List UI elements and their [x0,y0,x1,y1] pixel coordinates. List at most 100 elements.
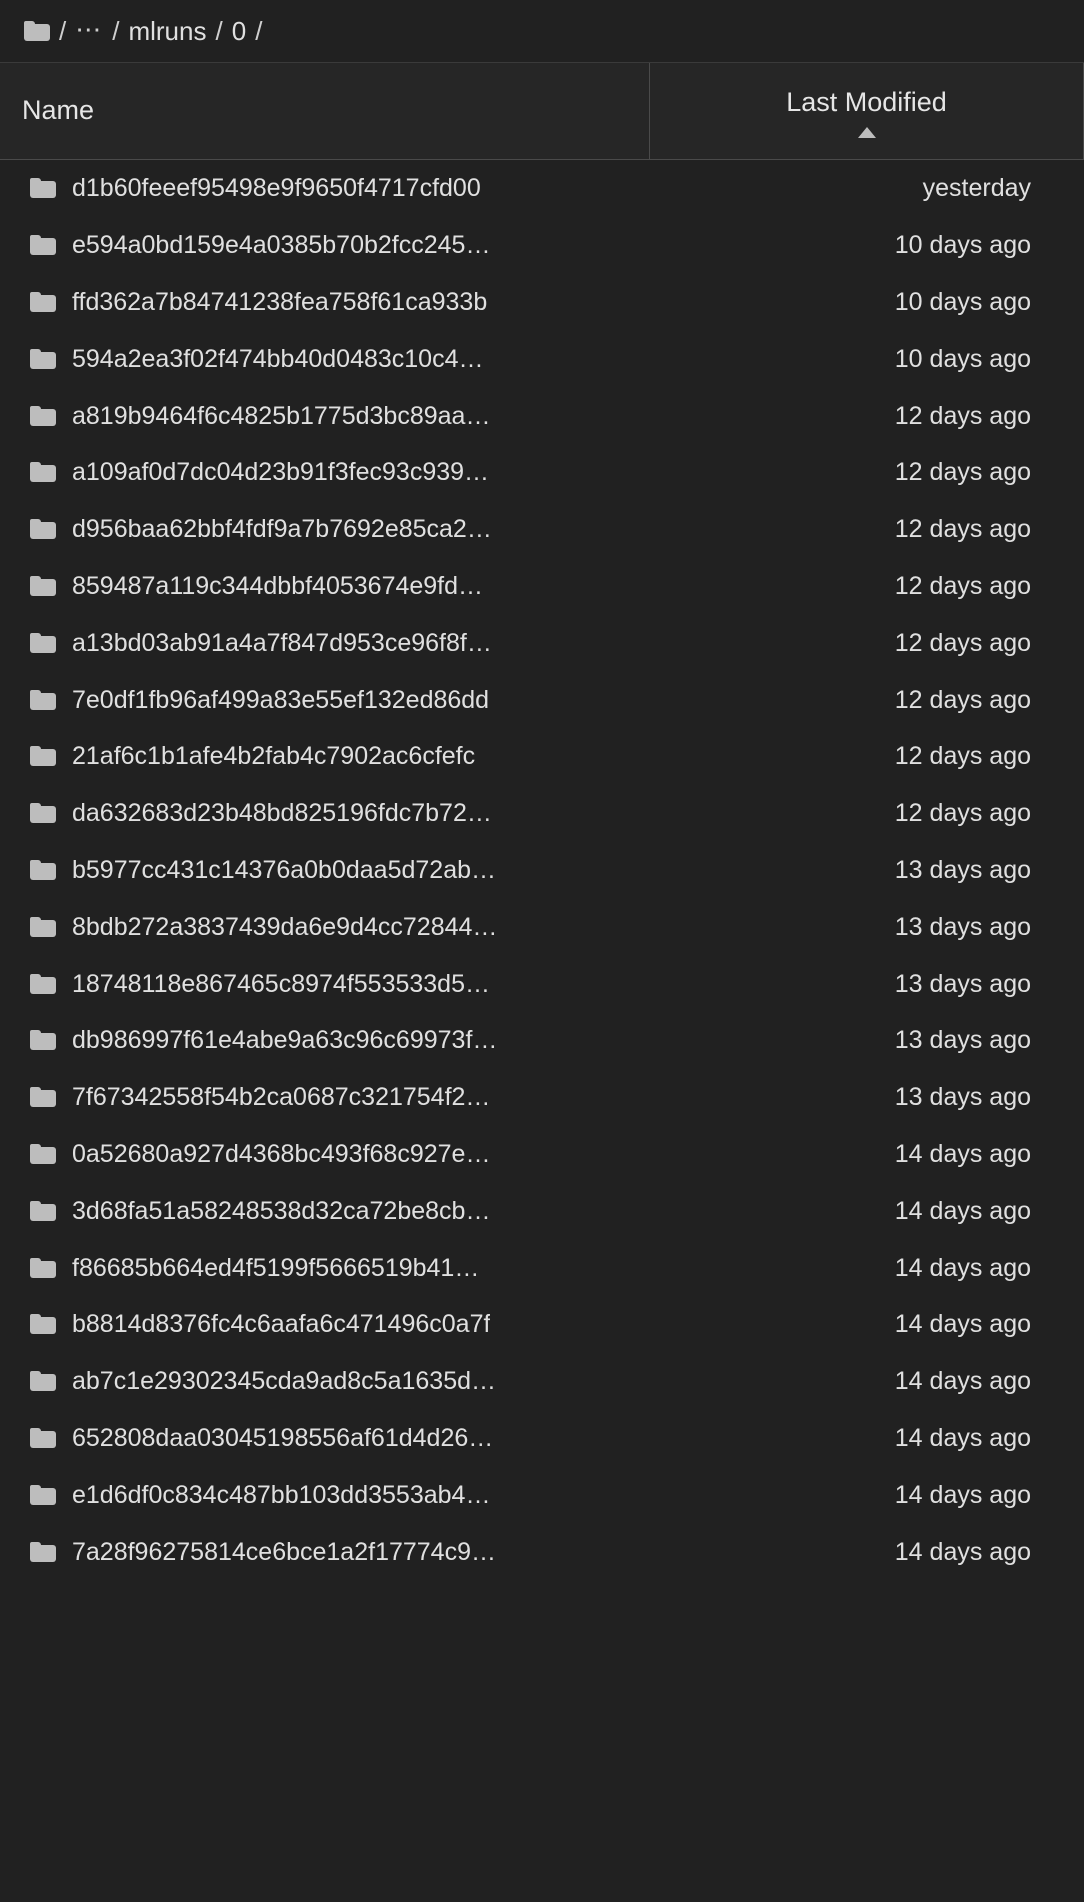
table-cell-name[interactable]: 859487a119c344dbbf4053674e9fd… [0,571,650,601]
table-cell-last-modified: 12 days ago [894,742,1031,771]
table-cell-name[interactable]: a109af0d7dc04d23b91f3fec93c939… [0,457,650,487]
breadcrumb-separator-3: / [255,16,263,46]
folder-icon [30,973,56,994]
file-name-label: 18748118e867465c8974f553533d5… [72,969,490,998]
file-name-label: db986997f61e4abe9a63c96c69973f… [72,1026,498,1055]
table-row[interactable]: a109af0d7dc04d23b91f3fec93c939… 12 days a… [0,444,1084,501]
table-cell-name[interactable]: d1b60feeef95498e9f9650f4717cfd00 [0,173,650,203]
file-name-label: ab7c1e29302345cda9ad8c5a1635d… [72,1367,496,1396]
folder-icon [30,1314,56,1335]
folder-icon [30,1200,56,1221]
table-header: Name Last Modified [0,63,1084,160]
table-cell-last-modified: 14 days ago [894,1367,1031,1396]
table-cell-name[interactable]: 7e0df1fb96af499a83e55ef132ed86dd [0,685,650,715]
table-cell-name[interactable]: 18748118e867465c8974f553533d5… [0,969,650,999]
table-cell-name[interactable]: da632683d23b48bd825196fdc7b72… [0,798,650,828]
table-row[interactable]: 652808daa03045198556af61d4d26… 14 days ag… [0,1410,1084,1467]
column-header-last-modified[interactable]: Last Modified [650,63,1084,159]
file-name-label: 0a52680a927d4368bc493f68c927e… [72,1139,491,1168]
table-cell-name[interactable]: 8bdb272a3837439da6e9d4cc72844… [0,912,650,942]
folder-icon [30,462,56,483]
table-row[interactable]: a13bd03ab91a4a7f847d953ce96f8f… 12 days a… [0,614,1084,671]
table-row[interactable]: 7e0df1fb96af499a83e55ef132ed86dd 12 days … [0,671,1084,728]
table-row[interactable]: b8814d8376fc4c6aafa6c471496c0a7f 14 days … [0,1296,1084,1353]
file-name-label: e1d6df0c834c487bb103dd3553ab4… [72,1480,491,1509]
folder-icon [30,803,56,824]
breadcrumb-segment-mlruns[interactable]: mlruns [128,18,206,44]
table-cell-last-modified: 12 days ago [894,571,1031,600]
table-cell-last-modified: 14 days ago [894,1139,1031,1168]
breadcrumb-ellipsis[interactable]: ⋯ [75,16,103,42]
folder-icon [30,1030,56,1051]
folder-icon [30,1427,56,1448]
table-row[interactable]: ab7c1e29302345cda9ad8c5a1635d… 14 days ag… [0,1353,1084,1410]
table-cell-name[interactable]: db986997f61e4abe9a63c96c69973f… [0,1025,650,1055]
table-row[interactable]: 21af6c1b1afe4b2fab4c7902ac6cfefc 12 days … [0,728,1084,785]
table-row[interactable]: d1b60feeef95498e9f9650f4717cfd00 yesterda… [0,160,1084,217]
table-cell-name[interactable]: 7f67342558f54b2ca0687c321754f2… [0,1082,650,1112]
file-name-label: a819b9464f6c4825b1775d3bc89aa… [72,401,491,430]
table-cell-last-modified: 13 days ago [894,1026,1031,1055]
table-cell-name[interactable]: a13bd03ab91a4a7f847d953ce96f8f… [0,628,650,658]
table-cell-name[interactable]: a819b9464f6c4825b1775d3bc89aa… [0,401,650,431]
breadcrumb-segment-0[interactable]: 0 [232,18,246,44]
file-name-label: d1b60feeef95498e9f9650f4717cfd00 [72,174,481,203]
table-cell-name[interactable]: f86685b664ed4f5199f5666519b41… [0,1253,650,1283]
table-cell-name[interactable]: e1d6df0c834c487bb103dd3553ab4… [0,1480,650,1510]
table-row[interactable]: a819b9464f6c4825b1775d3bc89aa… 12 days ag… [0,387,1084,444]
table-cell-name[interactable]: b8814d8376fc4c6aafa6c471496c0a7f [0,1309,650,1339]
table-cell-name[interactable]: 594a2ea3f02f474bb40d0483c10c4… [0,344,650,374]
table-cell-name[interactable]: e594a0bd159e4a0385b70b2fcc245… [0,230,650,260]
table-cell-last-modified: 13 days ago [894,912,1031,941]
folder-icon [30,632,56,653]
table-cell-name[interactable]: 21af6c1b1afe4b2fab4c7902ac6cfefc [0,741,650,771]
table-row[interactable]: 3d68fa51a58248538d32ca72be8cb… 14 days ag… [0,1182,1084,1239]
column-header-name[interactable]: Name [0,63,650,159]
sort-ascending-icon [857,127,876,139]
table-row[interactable]: e1d6df0c834c487bb103dd3553ab4… 14 days ag… [0,1466,1084,1523]
folder-icon [30,1087,56,1108]
file-name-label: 8bdb272a3837439da6e9d4cc72844… [72,912,498,941]
folder-icon [30,916,56,937]
table-row[interactable]: b5977cc431c14376a0b0daa5d72ab… 13 days ag… [0,842,1084,899]
table-row[interactable]: 594a2ea3f02f474bb40d0483c10c4… 10 days ag… [0,330,1084,387]
folder-icon [30,519,56,540]
table-row[interactable]: ffd362a7b84741238fea758f61ca933b 10 days … [0,274,1084,331]
table-cell-last-modified: 14 days ago [894,1537,1031,1566]
table-row[interactable]: 7f67342558f54b2ca0687c321754f2… 13 days a… [0,1069,1084,1126]
file-name-label: 7e0df1fb96af499a83e55ef132ed86dd [72,685,490,714]
table-cell-last-modified: 10 days ago [894,287,1031,316]
folder-icon [30,1143,56,1164]
folder-icon[interactable] [24,21,50,41]
file-name-label: b5977cc431c14376a0b0daa5d72ab… [72,855,496,884]
column-header-last-modified-label: Last Modified [786,86,947,117]
table-cell-name[interactable]: ffd362a7b84741238fea758f61ca933b [0,287,650,317]
table-cell-name[interactable]: d956baa62bbf4fdf9a7b7692e85ca2… [0,514,650,544]
table-cell-name[interactable]: 652808daa03045198556af61d4d26… [0,1423,650,1453]
table-cell-last-modified: 14 days ago [894,1310,1031,1339]
table-row[interactable]: d956baa62bbf4fdf9a7b7692e85ca2… 12 days a… [0,501,1084,558]
folder-icon [30,291,56,312]
table-cell-name[interactable]: 7a28f96275814ce6bce1a2f17774c9… [0,1537,650,1567]
table-row[interactable]: 8bdb272a3837439da6e9d4cc72844… 13 days ag… [0,898,1084,955]
table-cell-name[interactable]: 3d68fa51a58248538d32ca72be8cb… [0,1196,650,1226]
table-row[interactable]: 18748118e867465c8974f553533d5… 13 days ag… [0,955,1084,1012]
table-row[interactable]: f86685b664ed4f5199f5666519b41… 14 days ag… [0,1239,1084,1296]
table-cell-last-modified: 10 days ago [894,231,1031,260]
table-cell-name[interactable]: 0a52680a927d4368bc493f68c927e… [0,1139,650,1169]
table-row[interactable]: 859487a119c344dbbf4053674e9fd… 12 days ag… [0,558,1084,615]
file-name-label: 7a28f96275814ce6bce1a2f17774c9… [72,1537,496,1566]
table-row[interactable]: db986997f61e4abe9a63c96c69973f… 13 days a… [0,1012,1084,1069]
table-row[interactable]: e594a0bd159e4a0385b70b2fcc245… 10 days ag… [0,217,1084,274]
table-row[interactable]: 0a52680a927d4368bc493f68c927e… 14 days ag… [0,1126,1084,1183]
breadcrumb: / ⋯ / mlruns / 0 / [0,0,1084,63]
table-cell-last-modified: 12 days ago [894,515,1031,544]
table-cell-name[interactable]: b5977cc431c14376a0b0daa5d72ab… [0,855,650,885]
table-row[interactable]: 7a28f96275814ce6bce1a2f17774c9… 14 days a… [0,1523,1084,1580]
folder-icon [30,859,56,880]
table-cell-name[interactable]: ab7c1e29302345cda9ad8c5a1635d… [0,1366,650,1396]
folder-icon [30,1371,56,1392]
table-row[interactable]: da632683d23b48bd825196fdc7b72… 12 days ag… [0,785,1084,842]
table-cell-last-modified: 14 days ago [894,1196,1031,1225]
folder-icon [30,689,56,710]
